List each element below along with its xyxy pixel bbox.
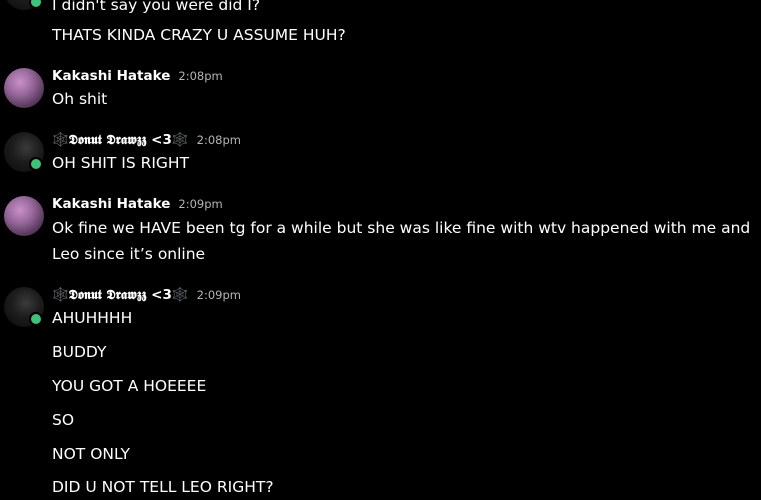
message-header: 🕸️𝕯𝖔𝖓𝖚𝖙 𝕯𝖗𝖆𝖜𝖟𝖟 <3🕸️ 2:09pm	[52, 287, 241, 303]
username[interactable]: Kakashi Hatake	[52, 196, 170, 212]
online-status-icon	[29, 157, 43, 171]
avatar-donut-drawzz[interactable]	[4, 0, 44, 10]
message-text: THATS KINDA CRAZY U ASSUME HUH?	[52, 26, 346, 44]
message-text: Oh shit	[52, 90, 108, 108]
avatar-image	[4, 196, 44, 236]
message-text: NOT ONLY	[52, 445, 131, 463]
message-header: 🕸️𝕯𝖔𝖓𝖚𝖙 𝕯𝖗𝖆𝖜𝖟𝖟 <3🕸️ 2:08pm	[52, 132, 241, 148]
username[interactable]: 🕸️𝕯𝖔𝖓𝖚𝖙 𝕯𝖗𝖆𝖜𝖟𝖟 <3🕸️	[52, 287, 189, 303]
message-text: BUDDY	[52, 343, 107, 361]
message-text: I didn't say you were did I?	[52, 0, 261, 14]
timestamp: 2:08pm	[178, 69, 223, 83]
avatar-donut-drawzz[interactable]	[4, 132, 44, 172]
message-header: Kakashi Hatake 2:08pm	[52, 68, 223, 84]
message-text: YOU GOT A HOEEEE	[52, 377, 207, 395]
avatar-kakashi-hatake[interactable]	[4, 196, 44, 236]
message-text: SO	[52, 411, 75, 429]
message-text: OH SHIT IS RIGHT	[52, 154, 190, 172]
timestamp: 2:08pm	[196, 133, 241, 147]
avatar-kakashi-hatake[interactable]	[4, 68, 44, 108]
avatar-donut-drawzz[interactable]	[4, 287, 44, 327]
online-status-icon	[29, 0, 43, 9]
timestamp: 2:09pm	[178, 197, 223, 211]
message-header: Kakashi Hatake 2:09pm	[52, 196, 223, 212]
online-status-icon	[29, 312, 43, 326]
username[interactable]: 🕸️𝕯𝖔𝖓𝖚𝖙 𝕯𝖗𝖆𝖜𝖟𝖟 <3🕸️	[52, 132, 189, 148]
username[interactable]: Kakashi Hatake	[52, 68, 170, 84]
avatar-image	[4, 68, 44, 108]
message-feed: I didn't say you were did I? THATS KINDA…	[0, 0, 761, 496]
message-text: Ok fine we HAVE been tg for a while but …	[52, 219, 751, 263]
timestamp: 2:09pm	[196, 288, 241, 302]
message-text: AHUHHHH	[52, 309, 133, 327]
message-text: DID U NOT TELL LEO RIGHT?	[52, 478, 274, 496]
